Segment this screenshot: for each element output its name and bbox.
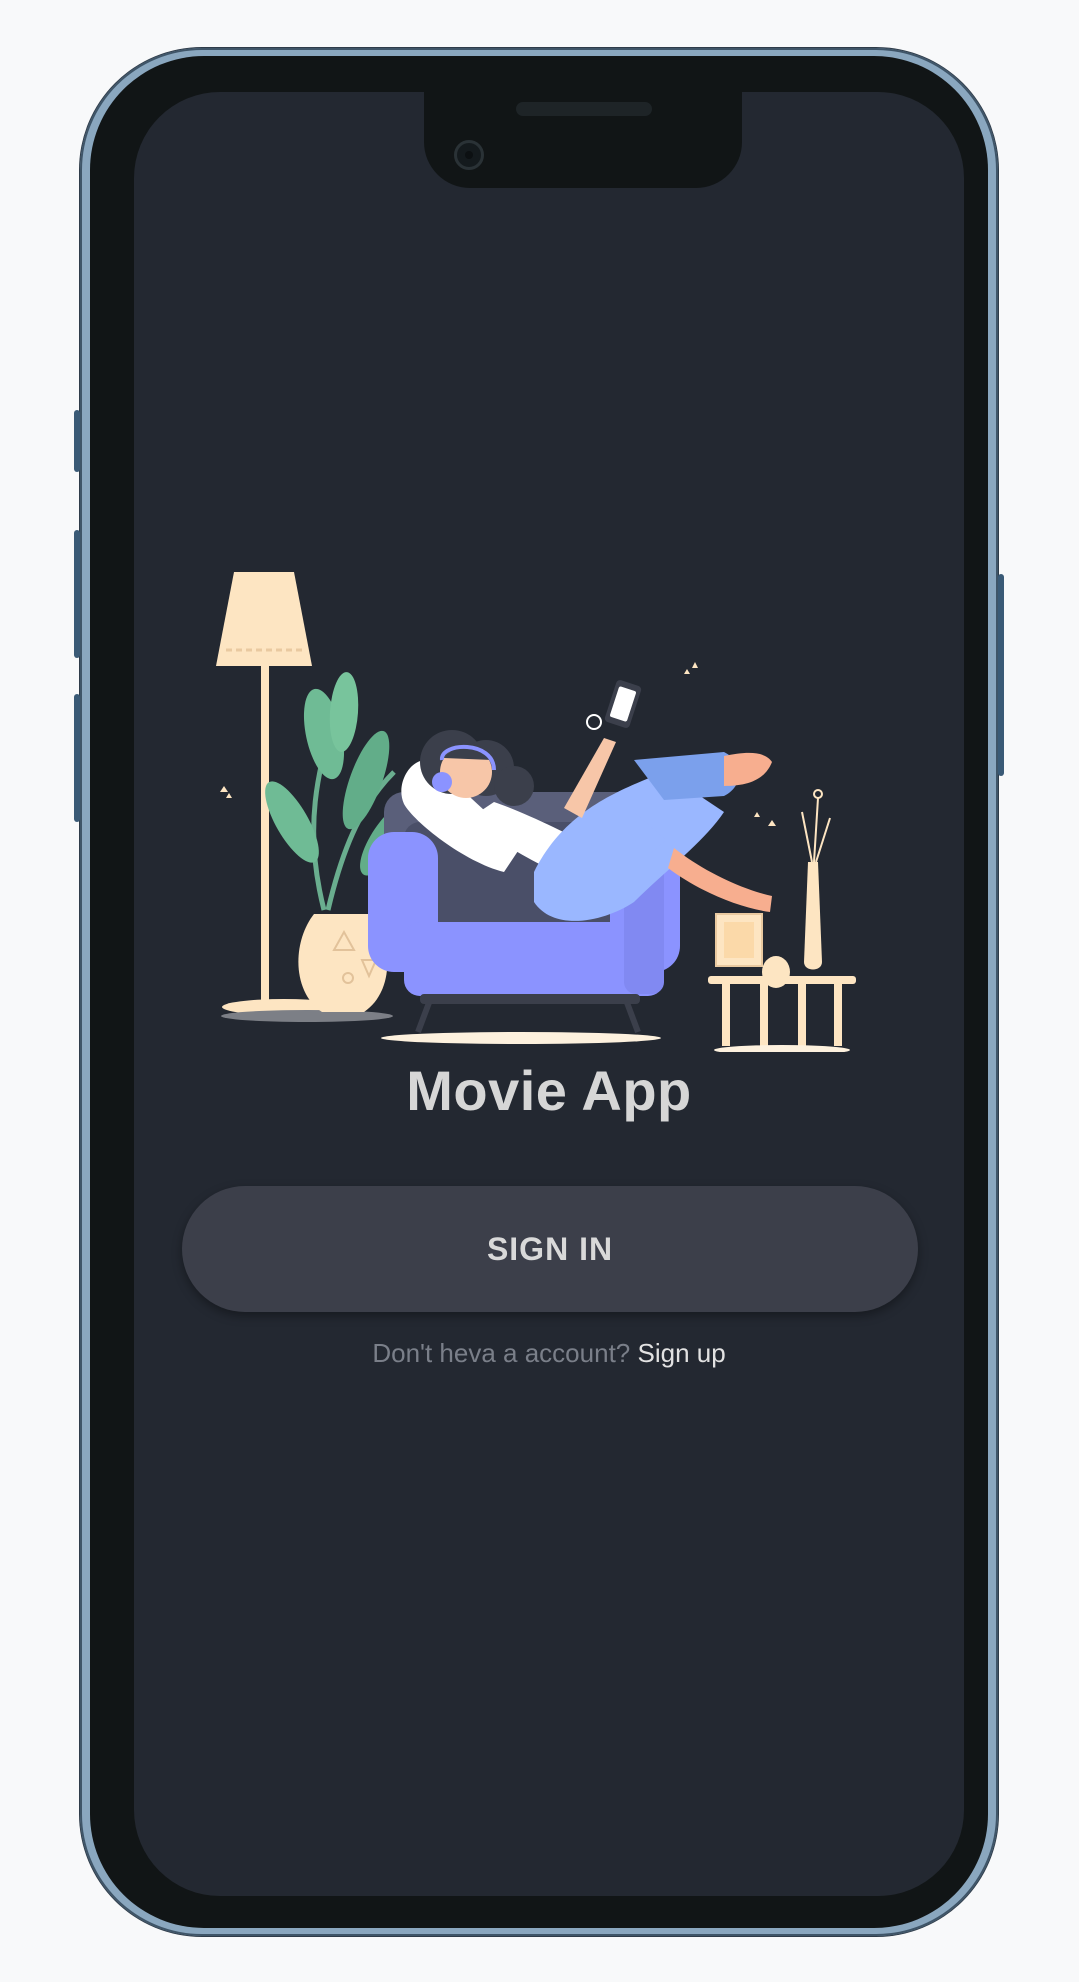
hero-illustration: [216, 572, 856, 1052]
side-table-icon: [708, 789, 856, 1052]
silent-switch: [74, 410, 80, 472]
no-account-text: Don't heva a account?: [372, 1338, 631, 1368]
app-screen: Movie App SIGN IN Don't heva a account? …: [134, 92, 964, 1896]
sign-up-link[interactable]: Sign up: [637, 1338, 725, 1368]
sign-in-button[interactable]: SIGN IN: [182, 1186, 918, 1312]
speaker-grille: [516, 102, 652, 116]
sign-up-prompt: Don't heva a account? Sign up: [134, 1338, 964, 1369]
app-title: Movie App: [406, 1059, 692, 1122]
phone-bezel: Movie App SIGN IN Don't heva a account? …: [90, 56, 988, 1928]
volume-down-button: [74, 694, 80, 822]
volume-up-button: [74, 530, 80, 658]
phone-frame: Movie App SIGN IN Don't heva a account? …: [74, 48, 1004, 1936]
front-camera-icon: [454, 140, 484, 170]
power-button: [998, 574, 1004, 776]
